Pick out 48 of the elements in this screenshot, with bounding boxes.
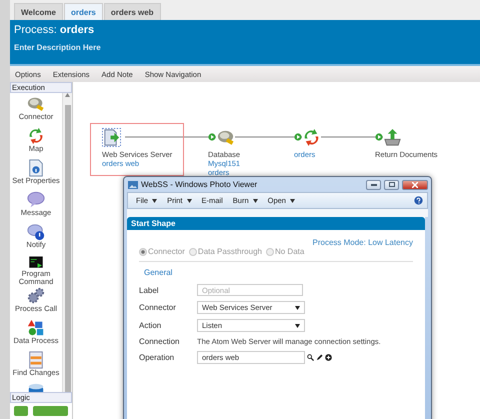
document-icon	[27, 159, 45, 177]
input-arrow-icon[interactable]	[208, 133, 216, 141]
caret-icon	[295, 324, 300, 328]
plug-icon	[27, 95, 45, 113]
arrows-icon	[27, 127, 45, 145]
list-icon	[27, 351, 45, 369]
gears-icon	[27, 287, 45, 305]
input-arrow-icon[interactable]	[375, 133, 383, 141]
shapes-icon	[27, 319, 45, 337]
section-heading: General	[143, 268, 174, 277]
search-icon[interactable]	[307, 354, 314, 361]
tray-arrow-icon	[383, 128, 402, 146]
close-button[interactable]	[402, 180, 428, 190]
close-icon	[412, 182, 418, 188]
tab[interactable]: Welcome	[14, 3, 63, 20]
field-label: Action	[139, 321, 162, 330]
input-arrow-icon[interactable]	[294, 133, 302, 141]
caret-icon[interactable]	[252, 198, 258, 202]
caret-icon[interactable]	[290, 198, 295, 202]
field-label: Label	[139, 286, 160, 294]
connector-line	[234, 136, 302, 138]
help-icon[interactable]	[414, 196, 423, 205]
tab[interactable]: orders web	[104, 3, 161, 20]
speech-bubble-icon	[27, 191, 45, 209]
caret-icon	[295, 306, 300, 310]
process-description[interactable]: Enter Description Here	[14, 43, 476, 52]
window-title: WebSS - Windows Photo Viewer	[141, 180, 258, 189]
field-label: Connection	[139, 337, 180, 346]
process-title: Process: orders	[14, 24, 96, 36]
tab[interactable]: orders	[64, 3, 103, 20]
minimize-icon	[370, 184, 376, 186]
scrollbar[interactable]	[62, 93, 72, 392]
notification-icon	[27, 223, 45, 241]
caret-icon[interactable]	[152, 198, 158, 202]
terminal-icon	[27, 255, 45, 270]
arrows-icon	[302, 128, 321, 146]
minimize-button[interactable]	[366, 180, 381, 190]
maximize-icon	[388, 182, 394, 187]
process-mode-text: Process Mode: Low Latency	[312, 238, 413, 247]
connector-line	[320, 136, 384, 138]
photo-viewer-icon	[128, 180, 138, 188]
plus-icon[interactable]	[325, 354, 332, 361]
panel-title: Start Shape	[127, 217, 425, 230]
field-label: Operation	[139, 353, 176, 362]
maximize-button[interactable]	[384, 180, 399, 190]
field-label: Connector	[139, 303, 177, 312]
pencil-icon[interactable]	[316, 354, 323, 361]
caret-icon[interactable]	[186, 198, 192, 202]
